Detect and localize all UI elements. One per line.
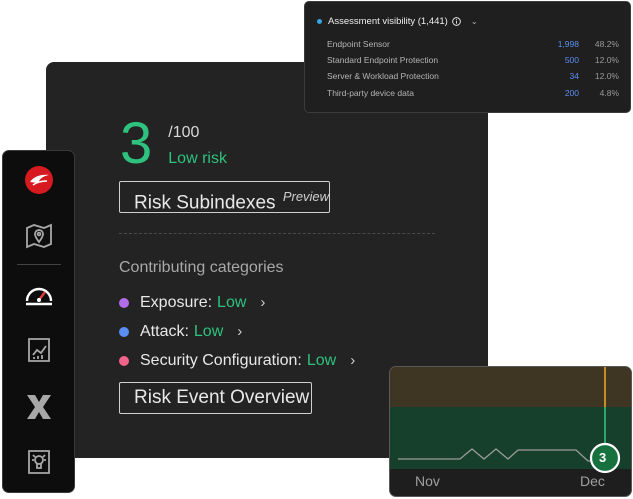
risk-subindexes-label: Risk Subindexes: [134, 192, 276, 214]
risk-score-value: 3: [120, 111, 153, 176]
high-risk-band: [390, 367, 631, 407]
category-level: Low: [217, 293, 247, 311]
visibility-row-percent: 4.8%: [599, 88, 619, 98]
category-level: Low: [306, 351, 337, 369]
visibility-row: Endpoint Sensor 1,998 48.2%: [327, 37, 619, 51]
category-dot: [119, 326, 129, 337]
visibility-row-percent: 48.2%: [594, 39, 619, 49]
current-score-label: 3: [599, 450, 607, 465]
x-axis-end-label: Dec: [580, 473, 605, 489]
preview-tag: Preview: [282, 189, 330, 204]
visibility-row: Standard Endpoint Protection 500 12.0%: [327, 53, 619, 67]
category-list: Exposure: Low › Attack: Low › Security C…: [119, 288, 355, 375]
xdr-icon[interactable]: [24, 392, 54, 427]
visibility-row-count[interactable]: 34: [519, 71, 579, 81]
visibility-row-count[interactable]: 500: [519, 55, 579, 65]
visibility-row-count[interactable]: 200: [519, 88, 579, 98]
risk-score-max: /100: [168, 124, 200, 141]
chevron-right-icon: ›: [350, 352, 356, 369]
chevron-right-icon: ›: [237, 323, 243, 340]
visibility-row-percent: 12.0%: [594, 55, 619, 65]
info-icon[interactable]: [452, 17, 461, 26]
visibility-row-label: Standard Endpoint Protection: [327, 55, 439, 65]
risk-event-overview-button[interactable]: Risk Event Overview: [119, 382, 312, 414]
risk-trend-chart[interactable]: 3 Nov Dec: [389, 366, 632, 497]
visibility-row-label: Endpoint Sensor: [327, 39, 390, 49]
visibility-row: Third-party device data 200 4.8%: [327, 86, 619, 100]
assessment-visibility-title: Assessment visibility (1,441): [328, 16, 448, 27]
visibility-row-label: Server & Workload Protection: [327, 71, 439, 81]
trend-micro-logo-icon[interactable]: [24, 165, 54, 200]
chevron-right-icon: ›: [260, 294, 266, 311]
speedometer-icon[interactable]: [23, 279, 55, 314]
category-level: Low: [193, 322, 224, 340]
nav-separator: [17, 264, 61, 265]
risk-subindexes-button[interactable]: Risk Subindexes Preview: [119, 181, 330, 213]
policy-icon[interactable]: [24, 447, 54, 482]
visibility-row-label: Third-party device data: [327, 88, 414, 98]
category-dot: [119, 297, 129, 308]
section-divider: [119, 233, 435, 234]
side-navigation: [2, 150, 75, 493]
visibility-row-percent: 12.0%: [594, 71, 619, 81]
map-pin-icon[interactable]: [24, 221, 54, 256]
category-name: Security Configuration:: [140, 351, 302, 369]
category-dot: [119, 355, 129, 366]
visibility-row: Server & Workload Protection 34 12.0%: [327, 69, 619, 83]
category-name: Attack:: [140, 322, 189, 340]
risk-score: 3 /100 Low risk: [120, 112, 227, 176]
assessment-visibility-panel: Assessment visibility (1,441) ⌄ Endpoint…: [304, 1, 631, 113]
category-security-configuration[interactable]: Security Configuration: Low ›: [119, 346, 355, 375]
category-attack[interactable]: Attack: Low ›: [119, 317, 355, 346]
status-dot: [317, 19, 322, 24]
assessment-visibility-header[interactable]: Assessment visibility (1,441) ⌄: [317, 16, 478, 27]
x-axis-start-label: Nov: [415, 473, 440, 489]
chevron-down-icon[interactable]: ⌄: [471, 17, 478, 26]
risk-level-label: Low risk: [168, 150, 227, 167]
category-exposure[interactable]: Exposure: Low ›: [119, 288, 355, 317]
contributing-categories-title: Contributing categories: [119, 259, 284, 276]
visibility-row-count[interactable]: 1,998: [519, 39, 579, 49]
report-chart-icon[interactable]: [24, 335, 54, 370]
category-name: Exposure:: [140, 293, 213, 311]
